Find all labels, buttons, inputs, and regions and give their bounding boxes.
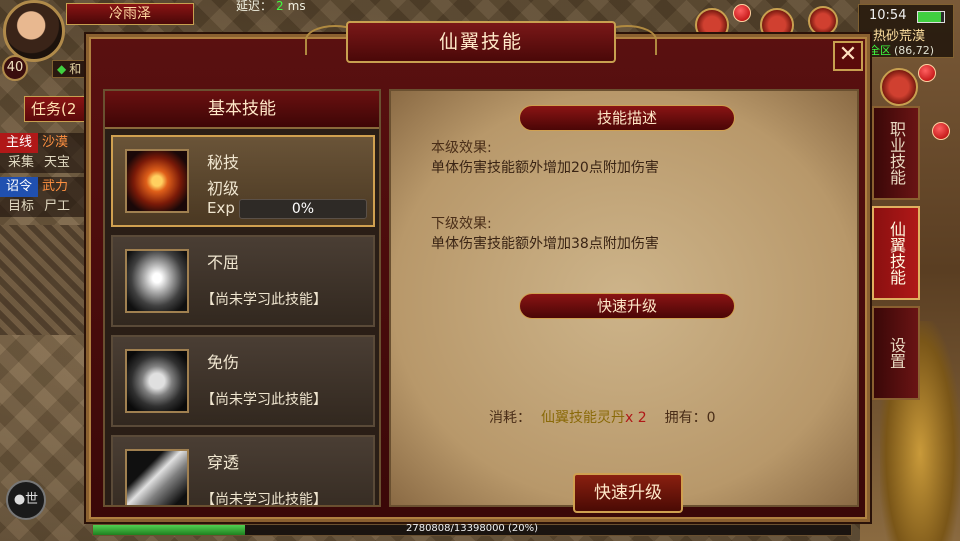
voice-chat-button[interactable]: ●世	[6, 480, 46, 520]
quick-upgrade-button[interactable]: 快速升级	[573, 473, 683, 513]
owned-value: 0	[706, 410, 716, 426]
battery-icon	[917, 11, 945, 23]
tab-class-skills[interactable]: 职业技能	[872, 106, 920, 200]
dialog-title: 仙翼技能	[346, 21, 616, 63]
skill-item-unyielding[interactable]: 不屈 【尚未学习此技能】	[111, 235, 375, 327]
task-sub-value: 天宝	[44, 155, 71, 170]
skill-list-header: 基本技能	[105, 91, 379, 129]
close-button[interactable]: ✕	[833, 41, 863, 71]
next-level-label: 下级效果:	[431, 216, 492, 232]
ping-value: 2	[276, 0, 284, 13]
skill-name: 免伤	[207, 353, 240, 372]
task-sub-label: 采集	[8, 155, 35, 170]
sword-icon[interactable]	[808, 6, 838, 36]
quick-upgrade-header: 快速升级	[519, 293, 735, 319]
player-avatar[interactable]	[3, 0, 65, 62]
upgrade-cost: 消耗： 仙翼技能灵丹x 2 拥有：0	[489, 407, 716, 427]
maze-scenery	[0, 225, 90, 335]
zone-scope: 全区	[869, 44, 891, 57]
player-name: 冷雨泽	[66, 3, 194, 25]
task-text: 武力	[42, 179, 69, 194]
skill-name: 不屈	[207, 253, 240, 272]
skill-item-secret[interactable]: 秘技 初级 Exp 0%	[111, 135, 375, 227]
notification-dot	[932, 122, 950, 140]
task-row[interactable]: 目标 尸工	[0, 197, 92, 217]
task-tag-edict: 诏令	[0, 177, 39, 197]
zone-coordinates: 全区 (86,72)	[869, 42, 934, 58]
current-level-label: 本级效果:	[431, 140, 492, 156]
next-level-effect: 单体伤害技能额外增加38点附加伤害	[431, 236, 659, 252]
skill-detail-panel: 技能描述 本级效果: 单体伤害技能额外增加20点附加伤害 下级效果: 单体伤害技…	[389, 89, 859, 513]
battery-level-fill	[918, 12, 942, 22]
skill-status: 【尚未学习此技能】	[201, 492, 327, 507]
task-tab[interactable]: 任务(2	[24, 96, 94, 122]
pk-mode-label: 和	[69, 62, 82, 76]
task-text: 沙漠	[42, 135, 69, 150]
skill-item-pierce[interactable]: 穿透 【尚未学习此技能】	[111, 435, 375, 507]
owned-label: 拥有：	[664, 410, 707, 426]
mode-diamond-icon: ◆	[57, 62, 67, 76]
fire-swirl-icon	[125, 149, 189, 213]
cost-label: 消耗：	[489, 410, 531, 426]
skill-status: 【尚未学习此技能】	[201, 392, 327, 408]
tab-settings[interactable]: 设置	[872, 306, 920, 400]
ping-unit: ms	[287, 0, 306, 13]
skill-description-header: 技能描述	[519, 105, 735, 131]
clock: 10:54	[869, 8, 907, 23]
seven-day-icon[interactable]	[880, 68, 918, 106]
task-tag-main: 主线	[0, 133, 39, 153]
shield-icon	[125, 349, 189, 413]
current-level-effect: 单体伤害技能额外增加20点附加伤害	[431, 160, 659, 176]
player-level-badge: 40	[2, 55, 28, 81]
skill-list-panel: 基本技能 秘技 初级 Exp 0% 不屈 【尚未学习此技能】 免伤 【尚未学习此…	[103, 89, 381, 507]
pierce-strike-icon	[125, 449, 189, 505]
notification-dot	[733, 4, 751, 22]
task-row[interactable]: 主线 沙漠	[0, 133, 92, 153]
skill-name: 穿透	[207, 453, 240, 472]
task-row[interactable]: 采集 天宝	[0, 153, 92, 173]
winged-figure-icon	[125, 249, 189, 313]
task-sub-value: 尸工	[44, 199, 71, 214]
notification-dot	[918, 64, 936, 82]
exp-label: Exp	[207, 199, 235, 217]
cost-item: 仙翼技能灵丹	[541, 410, 625, 426]
experience-text: 2780808/13398000 (20%)	[405, 523, 538, 534]
coords-value: (86,72)	[894, 44, 935, 57]
microphone-icon: ●	[13, 492, 26, 507]
task-row[interactable]: 诏令 武力	[0, 177, 92, 197]
cost-quantity: x 2	[625, 410, 647, 426]
skill-grade: 初级	[207, 179, 240, 198]
status-panel: 10:54 热砂荒漠 全区 (86,72)	[858, 4, 954, 58]
wing-skill-dialog: 仙翼技能 ✕ 基本技能 秘技 初级 Exp 0% 不屈 【尚未学习此技能】 免伤…	[86, 21, 870, 522]
skill-name: 秘技	[207, 153, 240, 172]
voice-channel-label: 世	[25, 492, 39, 507]
skill-status: 【尚未学习此技能】	[201, 292, 327, 308]
network-latency: 延迟： 2 ms	[236, 0, 306, 14]
experience-bar: 2780808/13398000 (20%)	[92, 523, 852, 536]
skill-exp-bar: 0%	[239, 199, 367, 219]
skill-item-damage-immunity[interactable]: 免伤 【尚未学习此技能】	[111, 335, 375, 427]
tab-wing-skills[interactable]: 仙翼技能	[872, 206, 920, 300]
ping-label: 延迟：	[236, 0, 273, 13]
task-sub-label: 目标	[8, 199, 35, 214]
